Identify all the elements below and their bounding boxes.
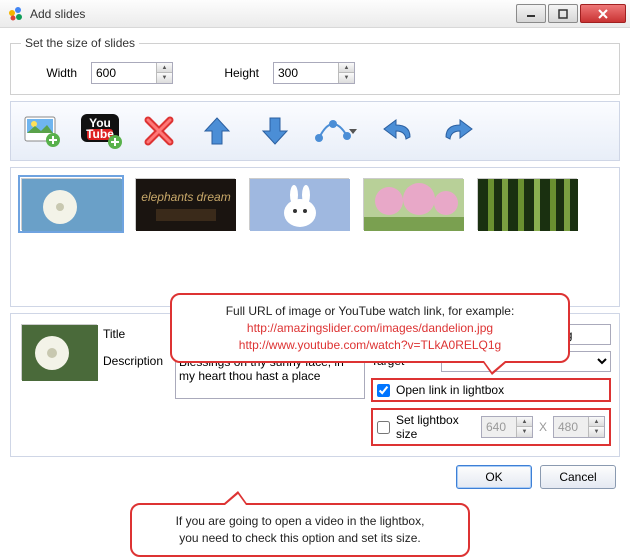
callout1-line1: Full URL of image or YouTube watch link,… — [226, 304, 515, 318]
open-lightbox-checkbox[interactable] — [377, 384, 390, 397]
add-image-button[interactable] — [17, 108, 69, 154]
open-lightbox-label: Open link in lightbox — [396, 383, 504, 397]
delete-icon — [142, 114, 176, 148]
description-label: Description — [103, 351, 169, 368]
window-title: Add slides — [30, 7, 516, 21]
move-up-button[interactable] — [191, 108, 243, 154]
thumbnail-elephants-dream[interactable]: elephants dream — [135, 178, 235, 230]
callout-url-hint: Full URL of image or YouTube watch link,… — [170, 293, 570, 363]
undo-icon — [380, 117, 418, 145]
title-label: Title — [103, 324, 169, 341]
width-step-down[interactable]: ▼ — [157, 73, 172, 83]
minimize-button[interactable] — [516, 4, 546, 23]
ok-button[interactable]: OK — [456, 465, 532, 489]
height-step-down[interactable]: ▼ — [339, 73, 354, 83]
titlebar: Add slides — [0, 0, 630, 28]
height-step-up[interactable]: ▲ — [339, 63, 354, 73]
width-spinner[interactable]: ▲▼ — [91, 62, 173, 84]
thumbnail-bamboo[interactable] — [477, 178, 577, 230]
chevron-down-icon — [349, 116, 361, 146]
callout1-line2: http://amazingslider.com/images/dandelio… — [184, 320, 556, 337]
width-input[interactable] — [92, 63, 156, 83]
thumbnail-bunny[interactable] — [249, 178, 349, 230]
transition-button[interactable] — [307, 108, 367, 154]
lightbox-height-spinner[interactable]: ▲▼ — [553, 416, 605, 438]
height-label: Height — [203, 66, 259, 80]
move-down-button[interactable] — [249, 108, 301, 154]
arrow-up-icon — [200, 114, 234, 148]
lightbox-width-input[interactable] — [482, 417, 516, 437]
thumbnail-dandelion[interactable] — [21, 178, 121, 230]
add-image-icon — [23, 113, 63, 149]
arrow-down-icon — [258, 114, 292, 148]
thumbnails-panel: elephants dream — [10, 167, 620, 307]
lightbox-x-label: X — [539, 420, 547, 434]
transition-icon — [313, 116, 353, 146]
callout-lightbox-hint: If you are going to open a video in the … — [130, 503, 470, 557]
callout2-line1: If you are going to open a video in the … — [176, 514, 425, 528]
callout2-line2: you need to check this option and set it… — [179, 531, 420, 545]
app-icon — [8, 6, 24, 22]
set-lightbox-size-checkbox[interactable] — [377, 421, 390, 434]
redo-icon — [438, 117, 476, 145]
svg-text:elephants dream: elephants dream — [141, 190, 230, 204]
height-input[interactable] — [274, 63, 338, 83]
toolbar: YouTube — [10, 101, 620, 161]
lightbox-width-spinner[interactable]: ▲▼ — [481, 416, 533, 438]
width-label: Width — [21, 66, 77, 80]
height-spinner[interactable]: ▲▼ — [273, 62, 355, 84]
preview-thumbnail — [21, 324, 97, 380]
youtube-icon: YouTube — [79, 112, 123, 150]
lightbox-height-input[interactable] — [554, 417, 588, 437]
cancel-button[interactable]: Cancel — [540, 465, 616, 489]
undo-button[interactable] — [373, 108, 425, 154]
add-youtube-button[interactable]: YouTube — [75, 108, 127, 154]
slide-size-group: Set the size of slides Width ▲▼ Height ▲… — [10, 36, 620, 95]
slide-size-legend: Set the size of slides — [21, 36, 139, 50]
width-step-up[interactable]: ▲ — [157, 63, 172, 73]
set-lightbox-size-label: Set lightbox size — [396, 413, 475, 441]
delete-button[interactable] — [133, 108, 185, 154]
dialog-buttons: OK Cancel — [10, 465, 620, 489]
thumbnail-cherry-blossom[interactable] — [363, 178, 463, 230]
maximize-button[interactable] — [548, 4, 578, 23]
callout1-line3: http://www.youtube.com/watch?v=TLkA0RELQ… — [184, 337, 556, 354]
redo-button[interactable] — [431, 108, 483, 154]
close-button[interactable] — [580, 4, 626, 23]
